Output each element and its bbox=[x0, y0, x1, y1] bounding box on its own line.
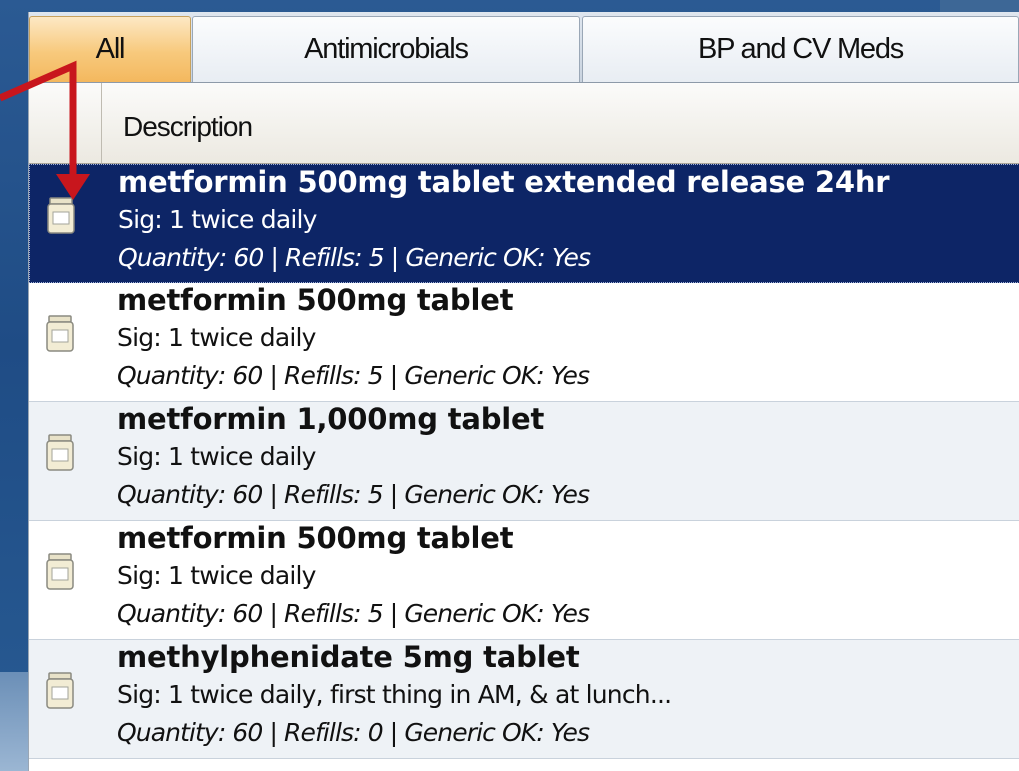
tab-antimicrobials[interactable]: Antimicrobials bbox=[192, 16, 580, 82]
medication-sig: Sig: 1 twice daily bbox=[117, 561, 316, 590]
prescription-bottle-icon bbox=[46, 315, 74, 352]
medication-sig: Sig: 1 twice daily bbox=[118, 205, 317, 234]
prescription-bottle-icon bbox=[46, 553, 74, 590]
medication-sig: Sig: 1 twice daily bbox=[117, 323, 316, 352]
medication-sig: Sig: 1 twice daily, first thing in AM, &… bbox=[117, 680, 672, 709]
medication-details: Quantity: 60 | Refills: 5 | Generic OK: … bbox=[117, 599, 590, 628]
medication-name: metformin 1,000mg tablet bbox=[117, 402, 545, 436]
icon-column-header[interactable] bbox=[29, 83, 102, 163]
tab-all[interactable]: All bbox=[29, 16, 191, 82]
prescription-bottle-icon bbox=[46, 434, 74, 471]
medication-details: Quantity: 60 | Refills: 5 | Generic OK: … bbox=[117, 480, 590, 509]
list-item[interactable]: metformin 1,000mg tablet Sig: 1 twice da… bbox=[29, 402, 1019, 521]
medication-name: methylphenidate 5mg tablet bbox=[117, 640, 580, 674]
description-column-header[interactable]: Description bbox=[123, 83, 253, 163]
medication-details: Quantity: 60 | Refills: 5 | Generic OK: … bbox=[118, 243, 591, 272]
medication-details: Quantity: 60 | Refills: 5 | Generic OK: … bbox=[117, 361, 590, 390]
medication-sig: Sig: 1 twice daily bbox=[117, 442, 316, 471]
list-item[interactable]: metformin 500mg tablet Sig: 1 twice dail… bbox=[29, 283, 1019, 402]
list-item[interactable]: metformin 500mg tablet extended release … bbox=[29, 164, 1019, 283]
medication-name: metformin 500mg tablet bbox=[117, 283, 514, 317]
slide-background-accent bbox=[940, 0, 1019, 12]
medication-name: metformin 500mg tablet bbox=[117, 521, 514, 555]
medication-name: metformin 500mg tablet extended release … bbox=[118, 165, 890, 199]
medication-list-panel: All Antimicrobials BP and CV Meds Descri… bbox=[28, 12, 1019, 771]
prescription-bottle-icon bbox=[47, 197, 75, 234]
tab-strip: All Antimicrobials BP and CV Meds bbox=[29, 12, 1019, 83]
list-item[interactable]: metformin 500mg tablet Sig: 1 twice dail… bbox=[29, 521, 1019, 640]
medication-details: Quantity: 60 | Refills: 0 | Generic OK: … bbox=[117, 718, 590, 747]
medication-list: metformin 500mg tablet extended release … bbox=[29, 164, 1019, 759]
list-item[interactable]: methylphenidate 5mg tablet Sig: 1 twice … bbox=[29, 640, 1019, 759]
tab-bp-and-cv-meds[interactable]: BP and CV Meds bbox=[582, 16, 1019, 82]
column-header-row: Description bbox=[29, 83, 1019, 164]
prescription-bottle-icon bbox=[46, 672, 74, 709]
